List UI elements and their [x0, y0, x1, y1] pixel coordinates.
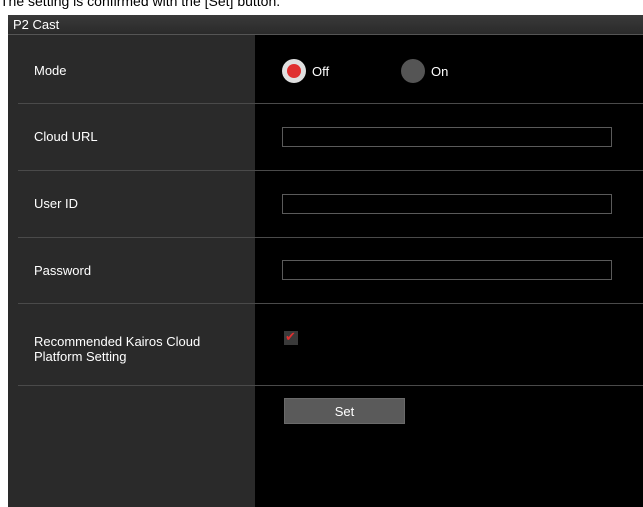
recommended-setting-label-line1: Recommended Kairos Cloud [34, 334, 201, 349]
row-divider [18, 385, 643, 386]
mode-radio-on[interactable]: On [401, 59, 448, 83]
page-caption: The setting is confirmed with the [Set] … [0, 0, 281, 9]
user-id-input[interactable] [282, 194, 612, 214]
panel-header: P2 Cast [8, 15, 643, 35]
mode-label: Mode [34, 63, 67, 78]
mode-radio-off-label: Off [312, 63, 330, 79]
cloud-url-input[interactable] [282, 127, 612, 147]
row-divider [18, 103, 643, 104]
checkmark-icon: ✔ [285, 330, 296, 345]
password-label: Password [34, 263, 92, 278]
recommended-setting-label-line2: Platform Setting [34, 349, 127, 364]
row-divider [18, 303, 643, 304]
row-divider [18, 237, 643, 238]
panel-title: P2 Cast [13, 17, 60, 32]
mode-radio-off[interactable]: Off [282, 59, 329, 83]
p2-cast-panel: P2 Cast Mode Off On Cloud URL User ID Pa… [8, 15, 643, 507]
radio-unselected-icon [401, 59, 425, 83]
mode-radio-on-label: On [431, 63, 449, 79]
password-input[interactable] [282, 260, 612, 280]
radio-selected-icon [282, 59, 306, 83]
row-divider [18, 170, 643, 171]
cloud-url-label: Cloud URL [34, 129, 98, 144]
user-id-label: User ID [34, 196, 79, 211]
recommended-setting-checkbox[interactable]: ✔ [284, 331, 298, 345]
set-button[interactable]: Set [284, 398, 405, 424]
